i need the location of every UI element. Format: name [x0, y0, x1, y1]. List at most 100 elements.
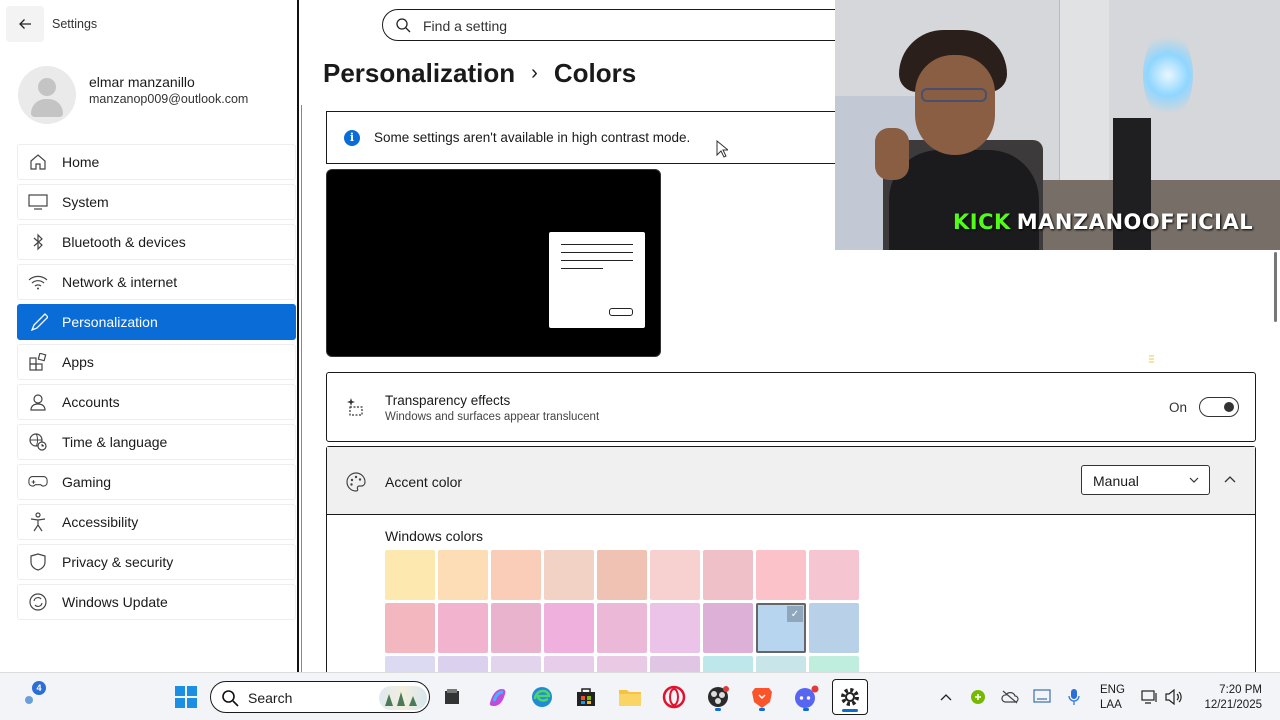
taskbar-discord[interactable] — [790, 681, 822, 713]
page-title: Colors — [553, 58, 637, 88]
sidebar-item-label: Personalization — [62, 314, 158, 330]
wifi-icon — [28, 272, 48, 292]
accent-color-header[interactable]: Accent color Manual — [327, 447, 1255, 515]
search-input[interactable] — [423, 16, 823, 36]
collapse-button[interactable] — [1217, 467, 1243, 493]
sidebar-item-label: Windows Update — [62, 594, 168, 610]
sidebar-item-apps[interactable]: Apps — [17, 344, 296, 380]
user-profile[interactable]: elmar manzanillo manzanop009@outlook.com — [18, 62, 298, 124]
checkmark-icon: ✓ — [787, 606, 803, 622]
person-icon — [28, 392, 48, 412]
color-swatch[interactable] — [809, 603, 859, 653]
info-bar: i Some settings aren't available in high… — [326, 111, 886, 164]
sidebar-item-label: Home — [62, 154, 100, 170]
running-indicator — [803, 708, 809, 711]
sidebar-item-bluetooth[interactable]: Bluetooth & devices — [17, 224, 296, 260]
sidebar-item-system[interactable]: System — [17, 184, 296, 220]
sidebar-item-label: Accessibility — [62, 514, 139, 530]
color-swatch[interactable]: ✓ — [756, 603, 806, 653]
color-swatch[interactable] — [491, 550, 541, 600]
color-swatch[interactable] — [650, 550, 700, 600]
sidebar-item-privacy-security[interactable]: Privacy & security — [17, 544, 296, 580]
sidebar-item-windows-update[interactable]: Windows Update — [17, 584, 296, 620]
transparency-sparkle-icon — [347, 398, 363, 416]
stream-banner: KICK MANZANOOFFICIAL — [953, 210, 1253, 234]
volume-icon — [1165, 689, 1182, 705]
sidebar-item-personalization[interactable]: Personalization — [17, 304, 296, 340]
mouse-cursor-icon — [716, 140, 728, 158]
search-box[interactable] — [382, 9, 852, 41]
taskbar-settings[interactable] — [832, 679, 868, 715]
taskbar-store[interactable] — [570, 681, 602, 713]
running-indicator — [715, 708, 721, 711]
sidebar-item-time-language[interactable]: Time & language — [17, 424, 296, 460]
color-swatch[interactable] — [544, 603, 594, 653]
search-icon — [222, 690, 239, 707]
show-hidden-icons[interactable] — [936, 687, 956, 707]
color-swatch[interactable] — [544, 550, 594, 600]
sidebar-item-accessibility[interactable]: Accessibility — [17, 504, 296, 540]
taskbar-search[interactable]: Search — [210, 681, 430, 713]
sidebar-item-home[interactable]: Home — [17, 144, 296, 180]
color-swatch[interactable] — [597, 603, 647, 653]
chevron-down-icon — [1189, 477, 1199, 483]
taskbar-copilot[interactable] — [482, 681, 514, 713]
color-swatch[interactable] — [756, 550, 806, 600]
taskbar-file-explorer[interactable] — [614, 681, 646, 713]
clock-date: 12/21/2025 — [1204, 699, 1262, 711]
color-swatch[interactable] — [385, 603, 435, 653]
widgets-button[interactable]: 4 — [20, 681, 56, 715]
color-swatch[interactable] — [438, 550, 488, 600]
chevron-up-icon — [1224, 476, 1236, 483]
color-swatch[interactable] — [703, 603, 753, 653]
breadcrumb-parent[interactable]: Personalization — [323, 58, 515, 89]
sidebar-item-label: Apps — [62, 354, 94, 370]
language-line1: ENG — [1100, 684, 1125, 696]
color-swatch[interactable] — [650, 603, 700, 653]
color-swatch[interactable] — [438, 603, 488, 653]
search-highlight-art — [379, 686, 427, 710]
sidebar-item-gaming[interactable]: Gaming — [17, 464, 296, 500]
palette-icon — [346, 472, 366, 492]
color-swatch[interactable] — [597, 550, 647, 600]
taskbar-brave[interactable] — [746, 681, 778, 713]
start-button[interactable] — [170, 681, 202, 713]
file-explorer-mini-icon — [445, 689, 459, 704]
taskbar-obs[interactable] — [702, 681, 734, 713]
color-swatch[interactable] — [385, 550, 435, 600]
copilot-icon — [489, 689, 506, 706]
toggle-knob — [1224, 402, 1234, 412]
color-swatch[interactable] — [703, 550, 753, 600]
monitor-icon — [28, 192, 48, 212]
transparency-toggle[interactable] — [1199, 397, 1239, 417]
sidebar-item-network[interactable]: Network & internet — [17, 264, 296, 300]
windows-start-icon — [175, 686, 197, 708]
color-swatch[interactable] — [809, 550, 859, 600]
home-icon — [28, 152, 48, 172]
back-button[interactable] — [6, 6, 44, 42]
tray-app-2[interactable] — [1000, 687, 1020, 707]
tray-network[interactable] — [1140, 687, 1160, 707]
language-indicator[interactable]: ENG LAA — [1100, 683, 1125, 713]
tray-app-3[interactable] — [1032, 687, 1052, 707]
taskbar-app-1[interactable] — [436, 681, 468, 713]
clock[interactable]: 7:20 PM 12/21/2025 — [1198, 683, 1262, 713]
store-icon — [577, 688, 595, 706]
sidebar-item-label: Bluetooth & devices — [62, 234, 186, 250]
microphone-icon — [1068, 689, 1080, 705]
sidebar-item-label: Gaming — [62, 474, 112, 490]
taskbar-edge[interactable] — [526, 681, 558, 713]
tray-volume[interactable] — [1164, 687, 1184, 707]
running-indicator — [842, 709, 858, 712]
chevron-up-icon — [940, 694, 952, 701]
update-icon — [28, 592, 48, 612]
accent-mode-dropdown[interactable]: Manual — [1081, 465, 1210, 495]
taskbar-opera[interactable] — [658, 681, 690, 713]
tray-microphone[interactable] — [1064, 687, 1084, 707]
sidebar-item-accounts[interactable]: Accounts — [17, 384, 296, 420]
color-swatch[interactable] — [491, 603, 541, 653]
sidebar-item-label: Privacy & security — [62, 554, 174, 570]
scrollbar-thumb[interactable] — [1274, 252, 1277, 322]
cloud-off-icon — [1001, 690, 1019, 704]
tray-app-1[interactable] — [968, 687, 988, 707]
